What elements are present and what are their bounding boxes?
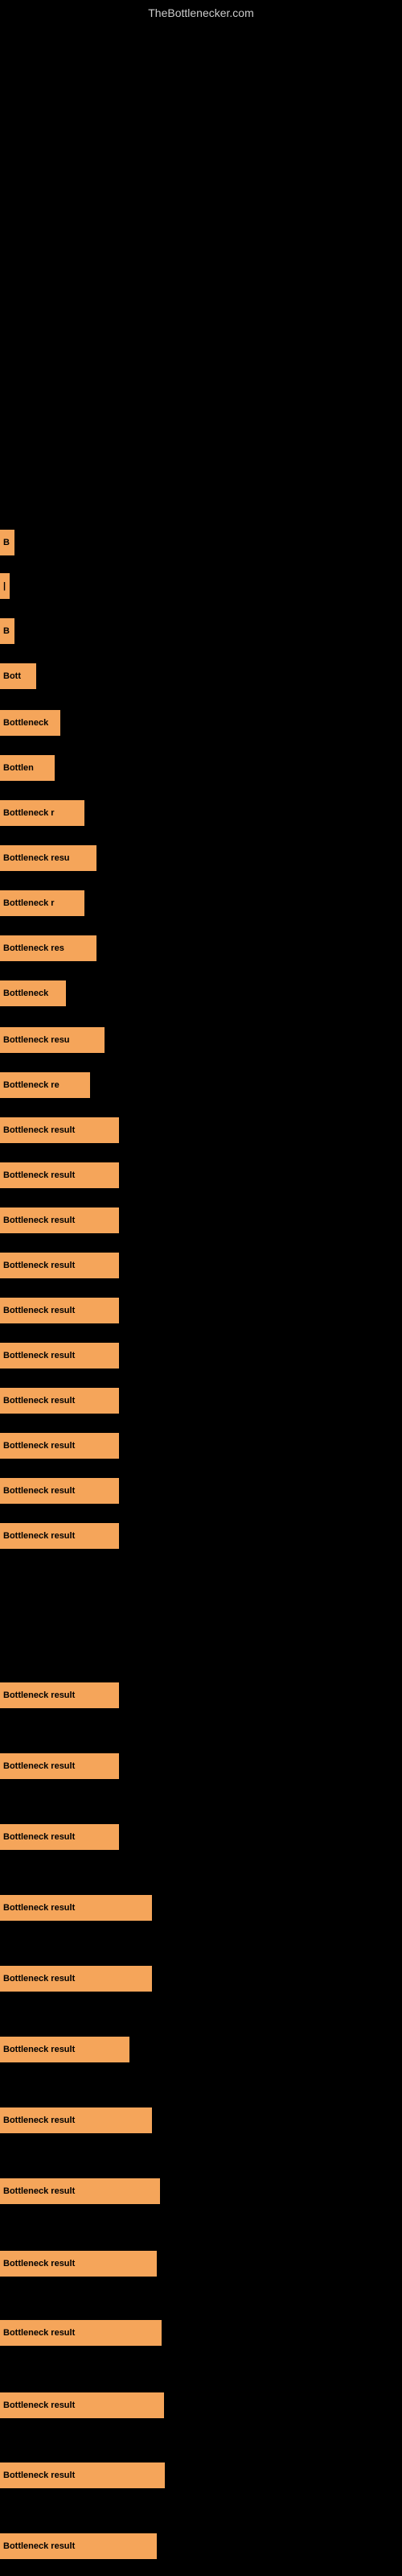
- bottleneck-bar[interactable]: Bottleneck result: [0, 1895, 152, 1921]
- bottleneck-bar[interactable]: B: [0, 530, 14, 555]
- bottleneck-bar[interactable]: |: [0, 573, 10, 599]
- site-title: TheBottlenecker.com: [148, 6, 254, 19]
- bottleneck-bar[interactable]: Bottleneck result: [0, 1433, 119, 1459]
- bottleneck-bar[interactable]: Bottleneck result: [0, 1388, 119, 1414]
- bottleneck-bar[interactable]: Bottleneck result: [0, 1253, 119, 1278]
- bottleneck-bar[interactable]: Bottleneck result: [0, 2462, 165, 2488]
- bottleneck-bar[interactable]: Bottleneck result: [0, 2178, 160, 2204]
- bottleneck-bar[interactable]: Bottleneck res: [0, 935, 96, 961]
- bottleneck-bar[interactable]: Bottleneck result: [0, 1208, 119, 1233]
- bottleneck-bar[interactable]: Bottleneck resu: [0, 845, 96, 871]
- bottleneck-bar[interactable]: Bottleneck result: [0, 1117, 119, 1143]
- bottleneck-bar[interactable]: Bottleneck r: [0, 800, 84, 826]
- bottleneck-bar[interactable]: Bottleneck result: [0, 2320, 162, 2346]
- bottleneck-bar[interactable]: Bottleneck result: [0, 1682, 119, 1708]
- bottleneck-bar[interactable]: Bottleneck result: [0, 1966, 152, 1992]
- bottleneck-bar[interactable]: Bottleneck result: [0, 2037, 129, 2062]
- bottleneck-bar[interactable]: Bottleneck: [0, 710, 60, 736]
- bottleneck-bar[interactable]: Bottleneck result: [0, 1478, 119, 1504]
- bottleneck-bar[interactable]: Bottleneck result: [0, 1298, 119, 1323]
- bottleneck-bar[interactable]: Bottleneck result: [0, 2533, 157, 2559]
- bottleneck-bar[interactable]: Bottleneck result: [0, 2251, 157, 2277]
- bottleneck-bar[interactable]: Bottleneck resu: [0, 1027, 105, 1053]
- bottleneck-bar[interactable]: Bottleneck r: [0, 890, 84, 916]
- bottleneck-bar[interactable]: Bottleneck: [0, 980, 66, 1006]
- bottleneck-bar[interactable]: Bott: [0, 663, 36, 689]
- bottleneck-bar[interactable]: Bottleneck result: [0, 1343, 119, 1368]
- bottleneck-bar[interactable]: B: [0, 618, 14, 644]
- bottleneck-bar[interactable]: Bottleneck result: [0, 1824, 119, 1850]
- bottleneck-bar[interactable]: Bottleneck result: [0, 2392, 164, 2418]
- bottleneck-bar[interactable]: Bottleneck result: [0, 1753, 119, 1779]
- bottleneck-bar[interactable]: Bottleneck result: [0, 2107, 152, 2133]
- bottleneck-bar[interactable]: Bottleneck re: [0, 1072, 90, 1098]
- bottleneck-bar[interactable]: Bottleneck result: [0, 1162, 119, 1188]
- bottleneck-bar[interactable]: Bottlen: [0, 755, 55, 781]
- bottleneck-bar[interactable]: Bottleneck result: [0, 1523, 119, 1549]
